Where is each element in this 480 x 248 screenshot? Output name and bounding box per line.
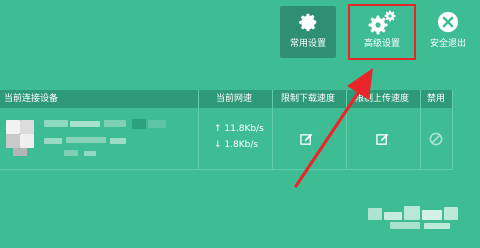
annotation-arrow <box>294 68 373 188</box>
